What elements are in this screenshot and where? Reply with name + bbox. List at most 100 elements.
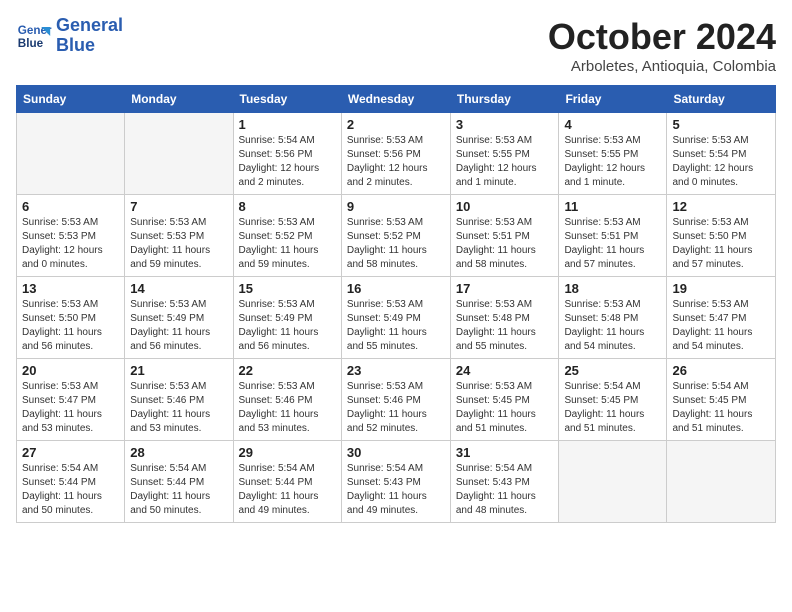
day-number: 26 bbox=[672, 363, 770, 378]
day-detail: Sunrise: 5:53 AM Sunset: 5:46 PM Dayligh… bbox=[347, 380, 445, 436]
calendar-cell: 8 Sunrise: 5:53 AM Sunset: 5:52 PM Daylig… bbox=[233, 195, 341, 277]
day-detail: Sunrise: 5:54 AM Sunset: 5:44 PM Dayligh… bbox=[130, 462, 227, 518]
title-area: October 2024 Arboletes, Antioquia, Colom… bbox=[548, 16, 776, 75]
day-number: 24 bbox=[456, 363, 554, 378]
weekday-header-saturday: Saturday bbox=[667, 86, 776, 113]
calendar-week-row: 20Sunrise: 5:53 AM Sunset: 5:47 PM Dayli… bbox=[17, 359, 776, 441]
calendar-cell: 3Sunrise: 5:53 AM Sunset: 5:55 PM Daylig… bbox=[450, 113, 559, 195]
day-number: 27 bbox=[22, 445, 119, 460]
calendar-cell: 28 Sunrise: 5:54 AM Sunset: 5:44 PM Dayli… bbox=[125, 441, 233, 523]
day-number: 19 bbox=[672, 281, 770, 296]
calendar-cell: 10 Sunrise: 5:53 AM Sunset: 5:51 PM Dayli… bbox=[450, 195, 559, 277]
header: General Blue General Blue October 2024 A… bbox=[16, 16, 776, 75]
svg-text:Blue: Blue bbox=[18, 37, 44, 50]
day-number: 22 bbox=[239, 363, 336, 378]
day-number: 10 bbox=[456, 199, 554, 214]
calendar-cell: 5 Sunrise: 5:53 AM Sunset: 5:54 PM Daylig… bbox=[667, 113, 776, 195]
day-number: 31 bbox=[456, 445, 554, 460]
day-number: 4 bbox=[564, 117, 661, 132]
calendar-cell: 18Sunrise: 5:53 AM Sunset: 5:48 PM Dayli… bbox=[559, 277, 667, 359]
day-detail: Sunrise: 5:53 AM Sunset: 5:50 PM Dayligh… bbox=[672, 216, 770, 272]
calendar-cell bbox=[667, 441, 776, 523]
day-detail: Sunrise: 5:53 AM Sunset: 5:55 PM Dayligh… bbox=[564, 134, 661, 190]
calendar-cell: 23Sunrise: 5:53 AM Sunset: 5:46 PM Dayli… bbox=[341, 359, 450, 441]
day-detail: Sunrise: 5:54 AM Sunset: 5:44 PM Dayligh… bbox=[22, 462, 119, 518]
day-detail: Sunrise: 5:53 AM Sunset: 5:48 PM Dayligh… bbox=[456, 298, 554, 354]
day-number: 21 bbox=[130, 363, 227, 378]
calendar-cell: 19 Sunrise: 5:53 AM Sunset: 5:47 PM Dayli… bbox=[667, 277, 776, 359]
weekday-header-monday: Monday bbox=[125, 86, 233, 113]
calendar-cell: 17 Sunrise: 5:53 AM Sunset: 5:48 PM Dayli… bbox=[450, 277, 559, 359]
weekday-header-sunday: Sunday bbox=[17, 86, 125, 113]
calendar-cell: 22 Sunrise: 5:53 AM Sunset: 5:46 PM Dayli… bbox=[233, 359, 341, 441]
day-detail: Sunrise: 5:53 AM Sunset: 5:49 PM Dayligh… bbox=[130, 298, 227, 354]
day-detail: Sunrise: 5:54 AM Sunset: 5:45 PM Dayligh… bbox=[672, 380, 770, 436]
day-number: 14 bbox=[130, 281, 227, 296]
calendar-cell: 16 Sunrise: 5:53 AM Sunset: 5:49 PM Dayli… bbox=[341, 277, 450, 359]
calendar-cell: 9Sunrise: 5:53 AM Sunset: 5:52 PM Daylig… bbox=[341, 195, 450, 277]
day-detail: Sunrise: 5:53 AM Sunset: 5:48 PM Dayligh… bbox=[564, 298, 661, 354]
calendar-cell: 6 Sunrise: 5:53 AM Sunset: 5:53 PM Daylig… bbox=[17, 195, 125, 277]
calendar-cell bbox=[125, 113, 233, 195]
day-detail: Sunrise: 5:53 AM Sunset: 5:54 PM Dayligh… bbox=[672, 134, 770, 190]
day-number: 2 bbox=[347, 117, 445, 132]
day-number: 16 bbox=[347, 281, 445, 296]
day-number: 11 bbox=[564, 199, 661, 214]
day-number: 9 bbox=[347, 199, 445, 214]
day-number: 17 bbox=[456, 281, 554, 296]
weekday-header-thursday: Thursday bbox=[450, 86, 559, 113]
logo-text-line2: Blue bbox=[56, 36, 123, 56]
day-number: 28 bbox=[130, 445, 227, 460]
day-detail: Sunrise: 5:53 AM Sunset: 5:47 PM Dayligh… bbox=[22, 380, 119, 436]
logo-icon: General Blue bbox=[16, 18, 52, 54]
logo-text-line1: General bbox=[56, 16, 123, 36]
calendar-cell: 4 Sunrise: 5:53 AM Sunset: 5:55 PM Daylig… bbox=[559, 113, 667, 195]
day-detail: Sunrise: 5:53 AM Sunset: 5:52 PM Dayligh… bbox=[239, 216, 336, 272]
calendar-cell: 31Sunrise: 5:54 AM Sunset: 5:43 PM Dayli… bbox=[450, 441, 559, 523]
calendar-cell: 12 Sunrise: 5:53 AM Sunset: 5:50 PM Dayli… bbox=[667, 195, 776, 277]
day-detail: Sunrise: 5:53 AM Sunset: 5:46 PM Dayligh… bbox=[130, 380, 227, 436]
calendar-cell: 1 Sunrise: 5:54 AM Sunset: 5:56 PM Daylig… bbox=[233, 113, 341, 195]
calendar-cell: 21 Sunrise: 5:53 AM Sunset: 5:46 PM Dayli… bbox=[125, 359, 233, 441]
calendar-week-row: 13Sunrise: 5:53 AM Sunset: 5:50 PM Dayli… bbox=[17, 277, 776, 359]
logo: General Blue General Blue bbox=[16, 16, 123, 56]
day-number: 8 bbox=[239, 199, 336, 214]
day-number: 13 bbox=[22, 281, 119, 296]
calendar-cell: 20Sunrise: 5:53 AM Sunset: 5:47 PM Dayli… bbox=[17, 359, 125, 441]
calendar-cell: 13Sunrise: 5:53 AM Sunset: 5:50 PM Dayli… bbox=[17, 277, 125, 359]
day-detail: Sunrise: 5:53 AM Sunset: 5:46 PM Dayligh… bbox=[239, 380, 336, 436]
day-detail: Sunrise: 5:53 AM Sunset: 5:51 PM Dayligh… bbox=[564, 216, 661, 272]
weekday-header-row: SundayMondayTuesdayWednesdayThursdayFrid… bbox=[17, 86, 776, 113]
calendar-cell: 15Sunrise: 5:53 AM Sunset: 5:49 PM Dayli… bbox=[233, 277, 341, 359]
weekday-header-wednesday: Wednesday bbox=[341, 86, 450, 113]
calendar-cell: 30Sunrise: 5:54 AM Sunset: 5:43 PM Dayli… bbox=[341, 441, 450, 523]
month-title: October 2024 bbox=[548, 16, 776, 58]
calendar-cell: 29 Sunrise: 5:54 AM Sunset: 5:44 PM Dayli… bbox=[233, 441, 341, 523]
day-number: 29 bbox=[239, 445, 336, 460]
day-detail: Sunrise: 5:54 AM Sunset: 5:45 PM Dayligh… bbox=[564, 380, 661, 436]
day-detail: Sunrise: 5:54 AM Sunset: 5:44 PM Dayligh… bbox=[239, 462, 336, 518]
day-detail: Sunrise: 5:54 AM Sunset: 5:43 PM Dayligh… bbox=[347, 462, 445, 518]
day-detail: Sunrise: 5:53 AM Sunset: 5:56 PM Dayligh… bbox=[347, 134, 445, 190]
day-number: 6 bbox=[22, 199, 119, 214]
day-number: 7 bbox=[130, 199, 227, 214]
day-detail: Sunrise: 5:53 AM Sunset: 5:51 PM Dayligh… bbox=[456, 216, 554, 272]
day-number: 3 bbox=[456, 117, 554, 132]
day-detail: Sunrise: 5:53 AM Sunset: 5:47 PM Dayligh… bbox=[672, 298, 770, 354]
calendar-cell: 26 Sunrise: 5:54 AM Sunset: 5:45 PM Dayli… bbox=[667, 359, 776, 441]
day-number: 5 bbox=[672, 117, 770, 132]
day-detail: Sunrise: 5:53 AM Sunset: 5:53 PM Dayligh… bbox=[22, 216, 119, 272]
day-detail: Sunrise: 5:53 AM Sunset: 5:49 PM Dayligh… bbox=[347, 298, 445, 354]
calendar-cell bbox=[17, 113, 125, 195]
day-detail: Sunrise: 5:54 AM Sunset: 5:56 PM Dayligh… bbox=[239, 134, 336, 190]
calendar-week-row: 6 Sunrise: 5:53 AM Sunset: 5:53 PM Daylig… bbox=[17, 195, 776, 277]
calendar-week-row: 1 Sunrise: 5:54 AM Sunset: 5:56 PM Daylig… bbox=[17, 113, 776, 195]
day-number: 25 bbox=[564, 363, 661, 378]
day-detail: Sunrise: 5:53 AM Sunset: 5:53 PM Dayligh… bbox=[130, 216, 227, 272]
day-detail: Sunrise: 5:53 AM Sunset: 5:45 PM Dayligh… bbox=[456, 380, 554, 436]
day-number: 12 bbox=[672, 199, 770, 214]
day-number: 15 bbox=[239, 281, 336, 296]
weekday-header-friday: Friday bbox=[559, 86, 667, 113]
day-number: 1 bbox=[239, 117, 336, 132]
calendar-cell: 7 Sunrise: 5:53 AM Sunset: 5:53 PM Daylig… bbox=[125, 195, 233, 277]
